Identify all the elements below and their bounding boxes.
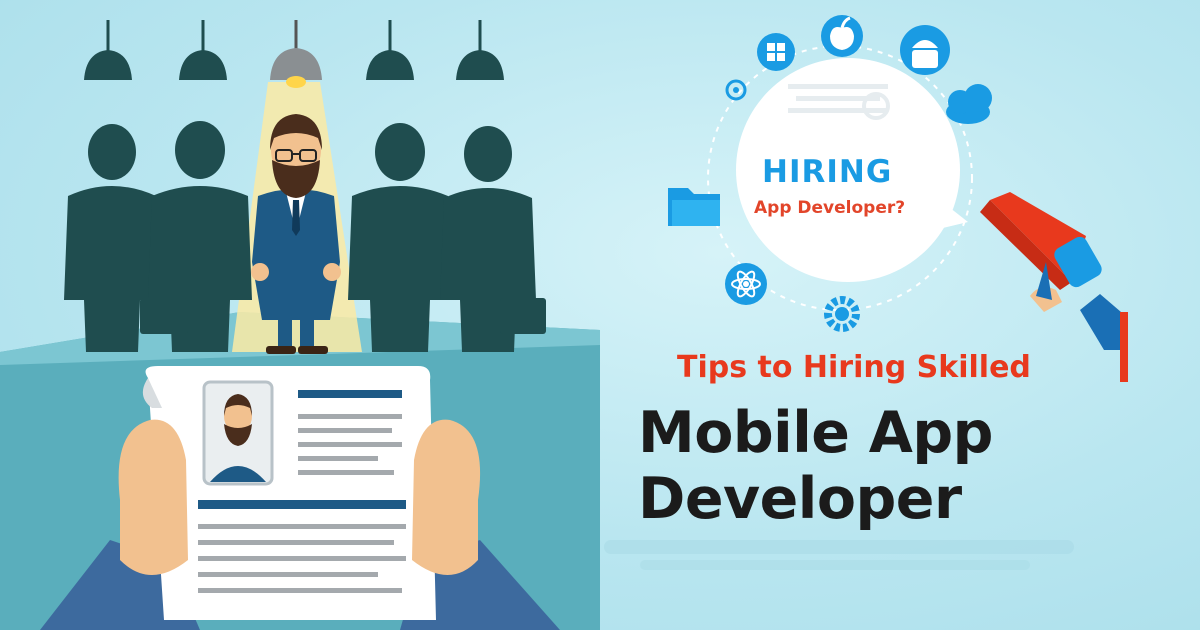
bubble-subtitle: App Developer? <box>754 198 906 218</box>
bubble-title: HIRING <box>762 154 893 190</box>
cloud-icon <box>946 84 992 124</box>
headline-line-1: Mobile App <box>638 400 993 466</box>
apple-icon <box>821 15 863 57</box>
tips-heading: Tips to Hiring Skilled <box>677 350 1031 385</box>
decorative-dots <box>604 540 1074 570</box>
folder-icon <box>668 188 720 226</box>
react-icon <box>725 263 767 305</box>
main-headline: Mobile App Developer <box>638 400 993 532</box>
gear-icon <box>824 296 860 332</box>
headline-line-2: Developer <box>638 466 962 532</box>
hero-banner: HIRING App Developer? Tips to Hiring Ski… <box>0 0 1200 630</box>
android-icon <box>900 25 950 75</box>
target-icon <box>725 79 747 101</box>
illustration <box>0 15 1128 630</box>
windows-icon <box>757 33 795 71</box>
